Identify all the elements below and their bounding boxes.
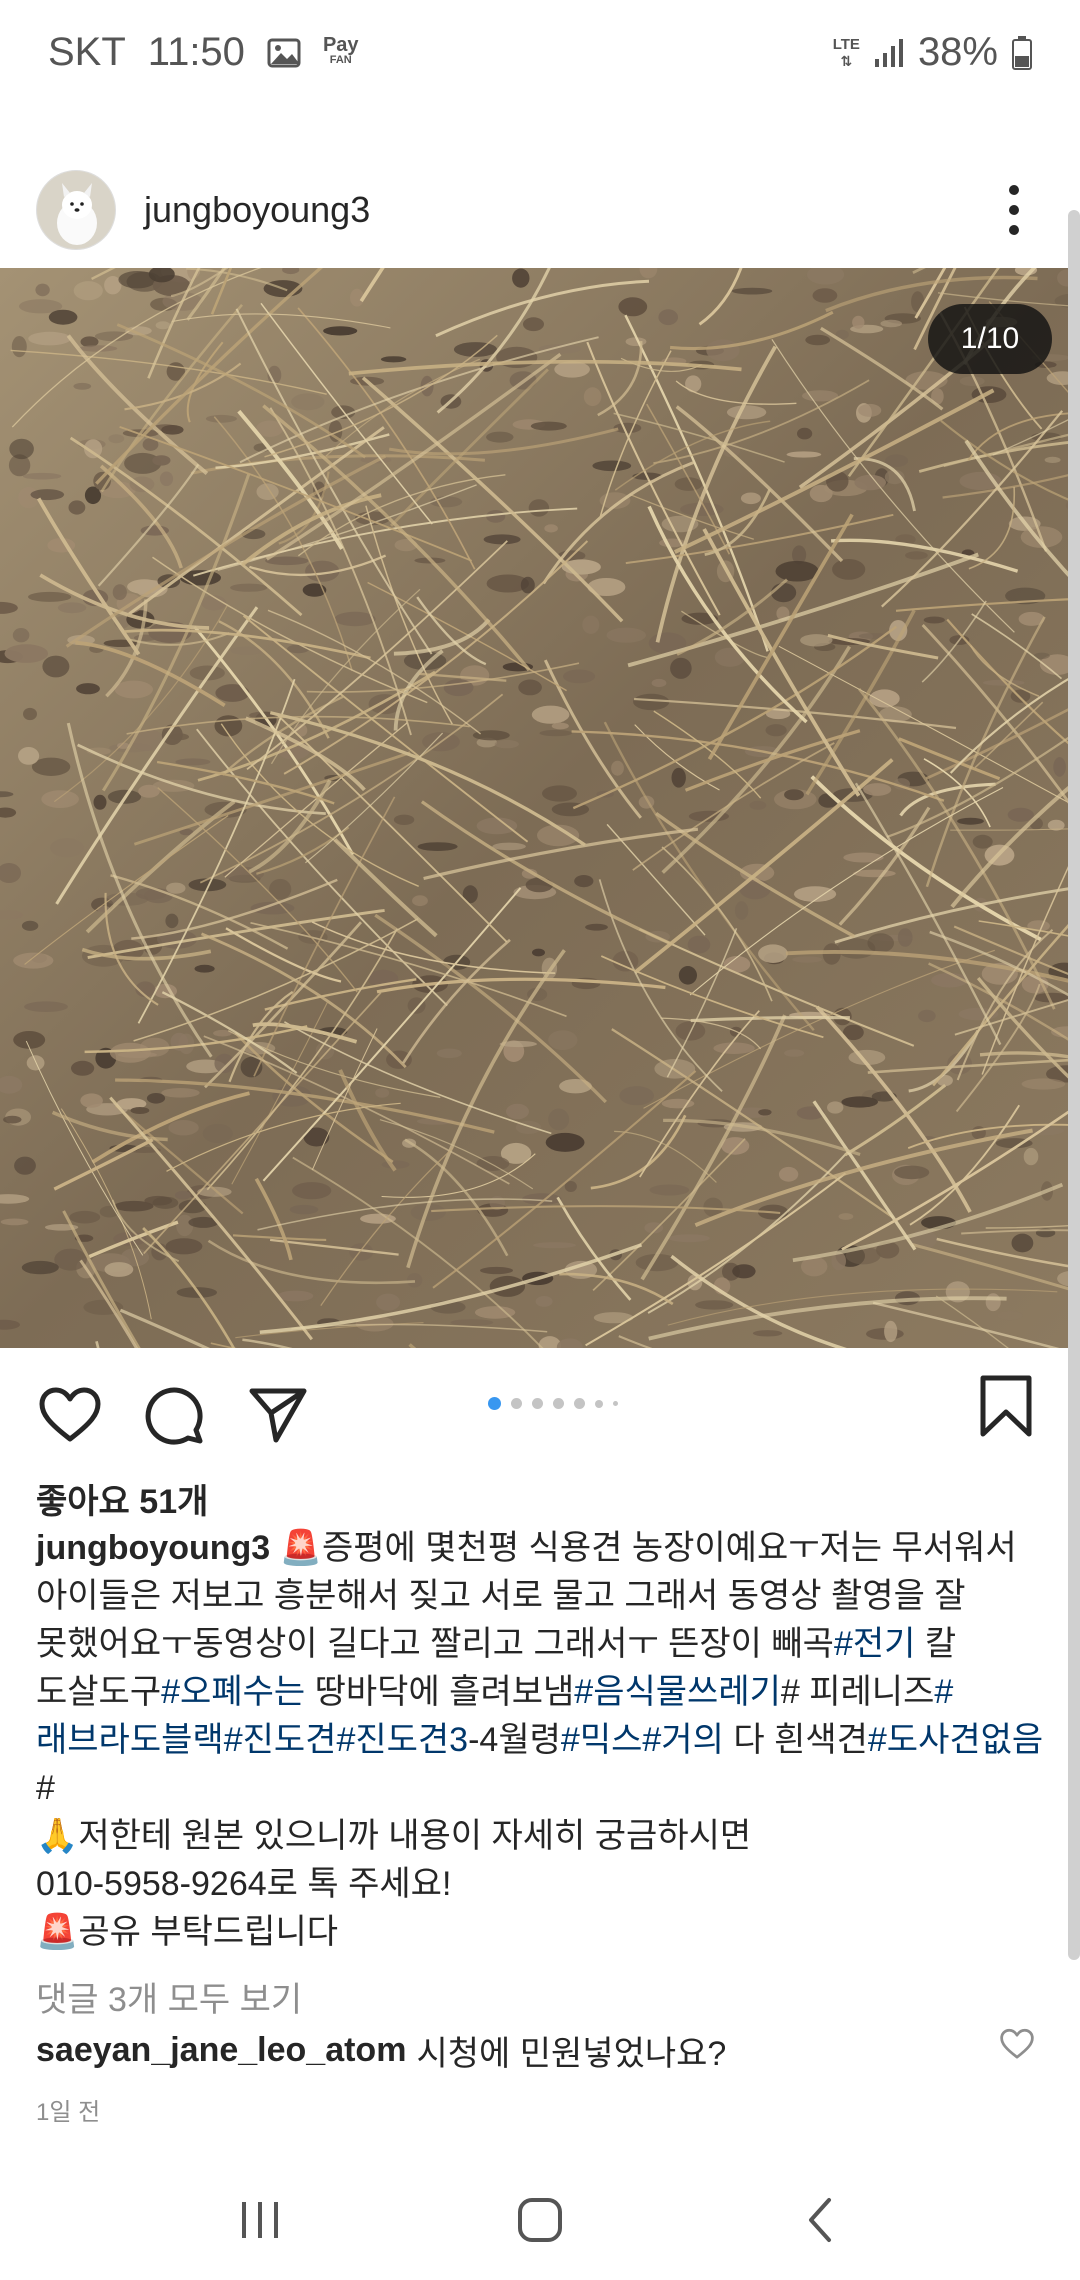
hashtag[interactable]: #음식물쓰레기 (574, 1673, 781, 1711)
signal-icon (874, 37, 904, 69)
send-icon (249, 1388, 307, 1443)
carousel-dot (574, 1398, 585, 1409)
post-caption: jungboyoung3 🚨증평에 몇천평 식용견 농장이예요ㅜ저는 무서워서 … (36, 1524, 1046, 1956)
hashtag[interactable]: #전기 (834, 1625, 915, 1663)
hashtag[interactable]: #거의 (642, 1721, 723, 1759)
save-button[interactable] (978, 1374, 1042, 1444)
post-header: jungboyoung3 (0, 150, 1080, 270)
lte-icon: LTE ⇅ (832, 35, 860, 69)
caption-text: 땅바닥에 흘려보냄 (305, 1673, 575, 1711)
post-photo (0, 268, 1080, 1348)
lte-label: LTE (832, 35, 860, 53)
heart-icon (1000, 2028, 1034, 2059)
carousel-dot (488, 1397, 501, 1410)
caption-text: -4월령 (468, 1721, 561, 1759)
more-dot-icon (1009, 225, 1019, 235)
battery-icon (1012, 35, 1032, 70)
post-timestamp: 1일 전 (36, 2099, 101, 2126)
carousel-dot (553, 1398, 564, 1409)
caption-text: 다 흰색견 (723, 1721, 868, 1759)
battery-percent: 38% (917, 30, 998, 74)
share-button[interactable] (244, 1381, 312, 1449)
caption-text: # (36, 1769, 55, 1807)
hashtag[interactable]: #도사견없음 (868, 1721, 1043, 1759)
hashtag[interactable]: #진도견 (224, 1721, 337, 1759)
like-button[interactable] (36, 1381, 104, 1449)
comment-username[interactable]: saeyan_jane_leo_atom (36, 2031, 406, 2070)
caption-main: jungboyoung3 🚨증평에 몇천평 식용견 농장이예요ㅜ저는 무서워서 … (36, 1524, 1046, 1812)
post-media[interactable]: 1/10 (0, 268, 1080, 1348)
comment-text: 시청에 민원넣었나요? (416, 2035, 727, 2073)
scrollbar[interactable] (1068, 210, 1080, 1960)
caption-text: # 피레니즈 (780, 1673, 935, 1711)
system-nav-bar (0, 2160, 1080, 2280)
hashtag[interactable]: #진도견3 (336, 1721, 468, 1759)
pay-label: Pay (322, 33, 359, 56)
caption-line: 010-5958-9264로 톡 주세요! (36, 1865, 452, 1903)
view-all-comments-link[interactable]: 댓글 3개 모두 보기 (36, 1972, 302, 2021)
back-button[interactable] (780, 2180, 860, 2260)
gallery-icon (267, 38, 301, 68)
comment-like-button[interactable] (1000, 2028, 1040, 2068)
home-button[interactable] (500, 2180, 580, 2260)
media-counter: 1/10 (928, 304, 1052, 374)
post-actions (0, 1370, 1080, 1460)
back-icon (809, 2198, 831, 2242)
heart-icon (39, 1387, 101, 1442)
more-options-button[interactable] (984, 170, 1044, 250)
status-bar: SKT 11:50 Pay FAN LTE ⇅ 38% (0, 0, 1080, 105)
carrier-label: SKT (48, 30, 126, 74)
samsung-pay-icon: Pay FAN (322, 33, 359, 68)
carousel-dot (511, 1398, 522, 1409)
bookmark-icon (980, 1375, 1032, 1437)
caption-line: 🙏저한테 원본 있으니까 내용이 자세히 궁금하시면 (36, 1817, 752, 1855)
hashtag[interactable]: #믹스 (561, 1721, 642, 1759)
comment-button[interactable] (140, 1381, 208, 1449)
more-dot-icon (1009, 205, 1019, 215)
carousel-dot (532, 1398, 543, 1409)
carousel-dot (613, 1401, 618, 1406)
clock: 11:50 (147, 30, 245, 74)
like-count[interactable]: 좋아요 51개 (36, 1474, 208, 1523)
home-icon (518, 2198, 562, 2242)
recents-button[interactable] (220, 2180, 300, 2260)
caption-line: 🚨공유 부탁드립니다 (36, 1913, 339, 1951)
post-username[interactable]: jungboyoung3 (144, 189, 370, 231)
carousel-dot (595, 1399, 603, 1408)
avatar[interactable] (36, 170, 116, 250)
comment-row: saeyan_jane_leo_atom 시청에 민원넣었나요? (36, 2026, 1036, 2075)
hashtag[interactable]: #오폐수는 (161, 1673, 305, 1711)
carousel-indicator (488, 1397, 618, 1410)
caption-username[interactable]: jungboyoung3 (36, 1529, 270, 1567)
more-dot-icon (1009, 185, 1019, 195)
comment-icon (145, 1387, 203, 1445)
recents-icon (242, 2202, 278, 2238)
